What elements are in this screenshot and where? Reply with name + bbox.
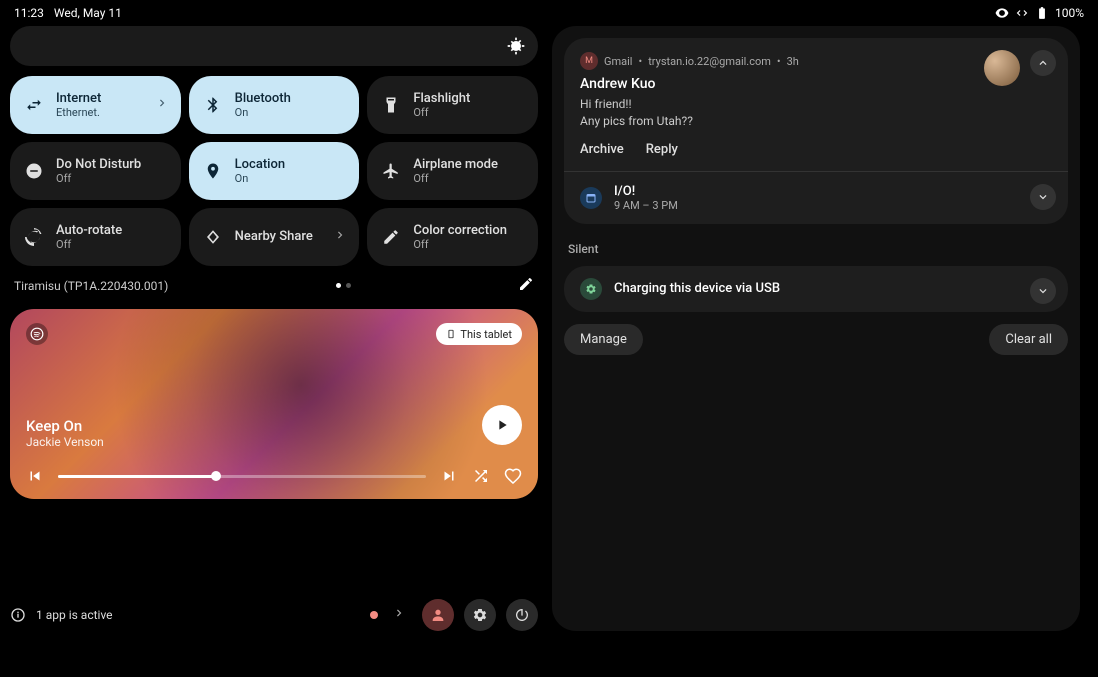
- status-time: 11:23: [14, 6, 44, 20]
- tile-location[interactable]: Location On: [189, 142, 360, 200]
- page-indicator: [336, 283, 351, 288]
- gear-icon: [472, 607, 488, 623]
- power-icon: [514, 607, 530, 623]
- song-title: Keep On: [26, 417, 522, 435]
- tile-airplane-mode[interactable]: Airplane mode Off: [367, 142, 538, 200]
- tile-internet[interactable]: Internet Ethernet.: [10, 76, 181, 134]
- location-icon: [203, 161, 223, 181]
- eye-icon: [995, 6, 1009, 20]
- previous-button[interactable]: [26, 467, 44, 485]
- nearby-icon: [203, 227, 223, 247]
- chevron-down-icon: [1036, 284, 1050, 298]
- chevron-down-icon: [1036, 190, 1050, 204]
- status-icons: 100%: [995, 6, 1084, 20]
- status-bar: 11:23 Wed, May 11 100%: [0, 0, 1098, 26]
- archive-button[interactable]: Archive: [580, 142, 624, 157]
- code-icon: [1015, 6, 1029, 20]
- build-version: Tiramisu (TP1A.220430.001): [14, 279, 168, 293]
- expand-button[interactable]: [1030, 278, 1056, 304]
- manage-button[interactable]: Manage: [564, 324, 643, 355]
- play-icon: [494, 417, 510, 433]
- swap-icon: [24, 95, 44, 115]
- notification-sender: Andrew Kuo: [580, 76, 1052, 92]
- user-switch-chevron[interactable]: [392, 606, 412, 624]
- chevron-up-icon: [1036, 56, 1050, 70]
- sender-avatar: [984, 50, 1020, 86]
- active-apps-button[interactable]: 1 app is active: [10, 607, 113, 623]
- next-button[interactable]: [440, 467, 458, 485]
- tile-nearby-share[interactable]: Nearby Share: [189, 208, 360, 266]
- reply-button[interactable]: Reply: [646, 142, 678, 157]
- status-date: Wed, May 11: [54, 6, 122, 20]
- airplane-icon: [381, 161, 401, 181]
- system-notification[interactable]: Charging this device via USB: [564, 266, 1068, 312]
- shuffle-button[interactable]: [472, 467, 490, 485]
- brightness-icon: [506, 36, 526, 56]
- tile-do-not-disturb[interactable]: Do Not Disturb Off: [10, 142, 181, 200]
- pencil-icon: [518, 276, 534, 292]
- tile-flashlight[interactable]: Flashlight Off: [367, 76, 538, 134]
- edit-tiles-button[interactable]: [518, 276, 534, 295]
- clear-all-button[interactable]: Clear all: [989, 324, 1068, 355]
- rotate-icon: [24, 227, 44, 247]
- quick-settings-panel: Internet Ethernet. Bluetooth On Flashlig…: [10, 26, 538, 631]
- tablet-icon: [446, 327, 456, 341]
- expand-button[interactable]: [1030, 184, 1056, 210]
- settings-button[interactable]: [464, 599, 496, 631]
- tile-color-correction[interactable]: Color correction Off: [367, 208, 538, 266]
- settings-circle-icon: [580, 278, 602, 300]
- calendar-icon: [580, 187, 602, 209]
- person-icon: [430, 607, 446, 623]
- tile-auto-rotate[interactable]: Auto-rotate Off: [10, 208, 181, 266]
- battery-icon: [1035, 6, 1049, 20]
- favorite-button[interactable]: [504, 467, 522, 485]
- collapse-button[interactable]: [1030, 50, 1056, 76]
- flashlight-icon: [381, 95, 401, 115]
- media-progress[interactable]: [58, 475, 426, 478]
- chevron-right-icon: [155, 96, 169, 114]
- power-button[interactable]: [506, 599, 538, 631]
- color-icon: [381, 227, 401, 247]
- play-button[interactable]: [482, 405, 522, 445]
- battery-percent: 100%: [1055, 6, 1084, 20]
- tile-bluetooth[interactable]: Bluetooth On: [189, 76, 360, 134]
- silent-section-label: Silent: [568, 242, 1064, 256]
- gmail-notification[interactable]: M Gmail • trystan.io.22@gmail.com • 3h A…: [564, 38, 1068, 224]
- user-indicator-dot: [370, 611, 378, 619]
- user-avatar-button[interactable]: [422, 599, 454, 631]
- chevron-right-icon: [333, 228, 347, 246]
- bluetooth-icon: [203, 95, 223, 115]
- info-icon: [10, 607, 26, 623]
- spotify-icon: [26, 323, 48, 345]
- calendar-notification[interactable]: I/O! 9 AM – 3 PM: [564, 172, 1068, 224]
- gmail-icon: M: [580, 52, 598, 70]
- media-output-chip[interactable]: This tablet: [436, 323, 522, 345]
- notifications-panel: M Gmail • trystan.io.22@gmail.com • 3h A…: [552, 26, 1080, 631]
- media-player[interactable]: This tablet Keep On Jackie Venson: [10, 309, 538, 499]
- brightness-slider[interactable]: [10, 26, 538, 66]
- dnd-icon: [24, 161, 44, 181]
- song-artist: Jackie Venson: [26, 435, 522, 449]
